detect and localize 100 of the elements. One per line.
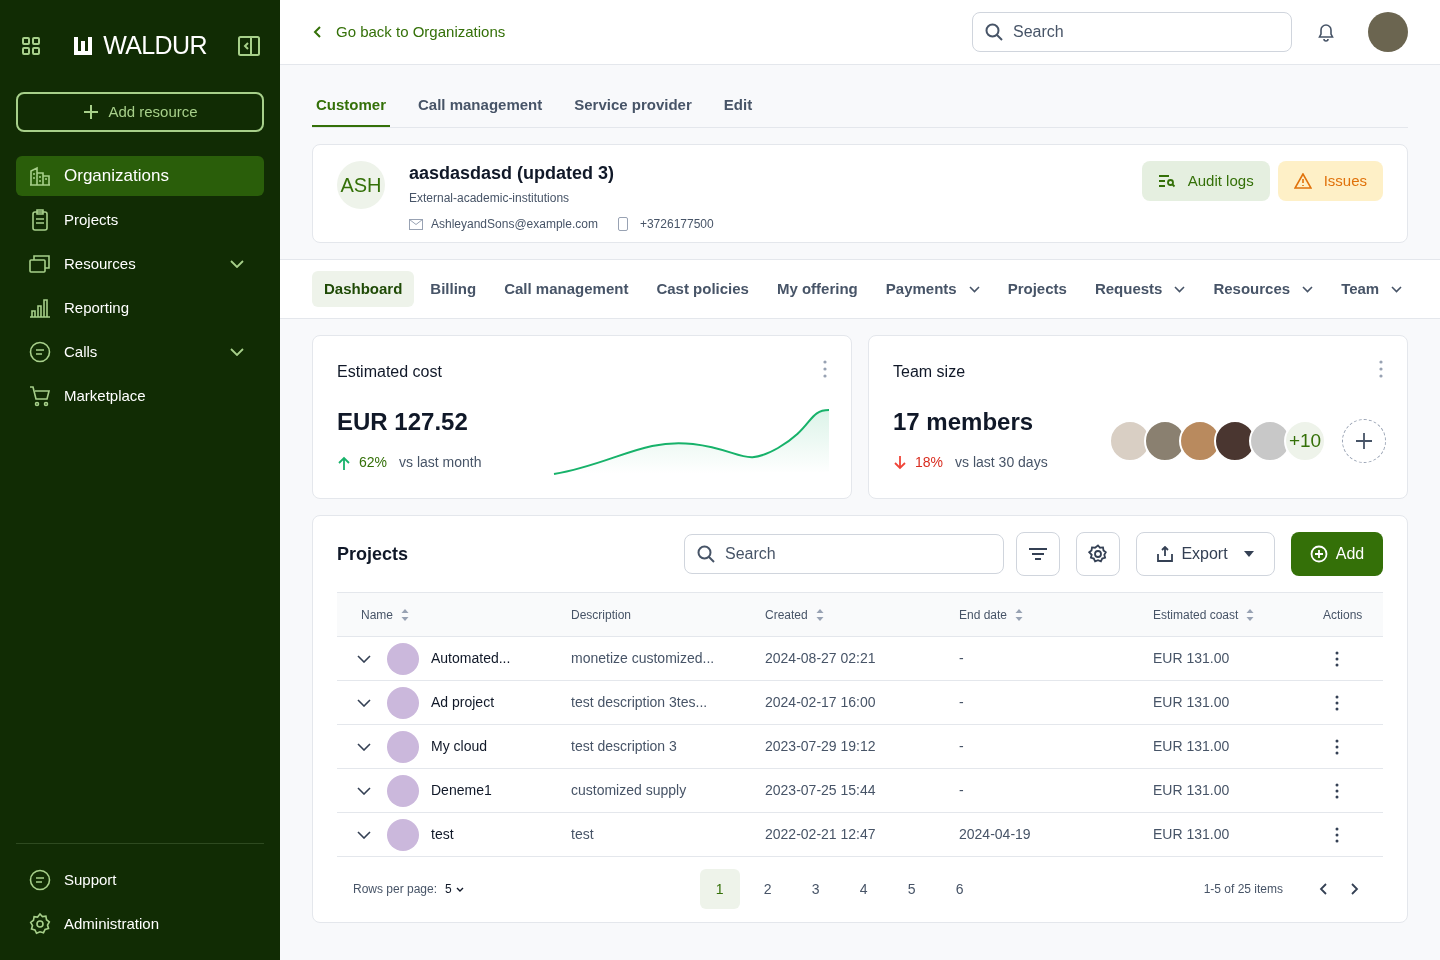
tab[interactable]: Requests (1082, 271, 1198, 307)
chevron-down-icon (1391, 285, 1403, 293)
rows-per-page-select[interactable]: 5 (445, 880, 464, 898)
table-cell-text: My cloud (431, 737, 488, 756)
column-header[interactable]: Name (361, 605, 409, 624)
sidebar-item[interactable]: Projects (16, 200, 264, 240)
column-header[interactable]: Created (765, 605, 824, 624)
settings-button[interactable] (1076, 532, 1120, 576)
add-resource-button[interactable]: Add resource (16, 92, 264, 132)
sidebar-item[interactable]: Calls (16, 332, 264, 372)
add-button[interactable]: Add (1291, 532, 1383, 576)
tab[interactable]: My offering (764, 271, 870, 307)
chevron-down-icon (1174, 285, 1186, 293)
chevron-down-icon[interactable] (357, 698, 371, 707)
search-field[interactable]: Search (972, 12, 1292, 52)
sidebar-item[interactable]: Marketplace (16, 376, 264, 416)
customer-initials-avatar: ASH (337, 161, 385, 209)
tab[interactable]: Service provider (570, 85, 696, 127)
previous-page-icon[interactable] (1319, 882, 1329, 896)
project-avatar (387, 642, 419, 675)
chat-icon (28, 868, 52, 892)
filter-button[interactable] (1016, 532, 1060, 576)
audit-logs-button[interactable]: Audit logs (1141, 161, 1270, 201)
page-button[interactable]: 5 (891, 869, 932, 909)
table-cell: test (571, 826, 594, 842)
upload-icon (1157, 546, 1174, 562)
brand-name: WALDUR (103, 30, 207, 62)
chevron-left-icon (312, 25, 324, 39)
search-icon (696, 544, 716, 564)
bell-icon[interactable] (1316, 22, 1336, 42)
cost-value: EUR 127.52 (337, 407, 469, 437)
project-avatar (387, 730, 419, 763)
grid-icon[interactable] (20, 35, 42, 57)
chevron-down-icon (230, 260, 244, 268)
sidebar-item[interactable]: Reporting (16, 288, 264, 328)
tab[interactable]: Resources (1201, 271, 1326, 307)
table-cell: EUR 131.00 (1153, 650, 1230, 666)
sidebar-item[interactable]: Administration (16, 904, 264, 944)
back-link[interactable]: Go back to Organizations (312, 20, 506, 44)
tab[interactable]: Customer (312, 85, 390, 127)
tab[interactable]: Call management (492, 271, 641, 307)
tab[interactable]: Edit (719, 85, 757, 127)
chevron-down-icon[interactable] (357, 742, 371, 751)
team-size-value: 17 members (893, 407, 1035, 437)
filter-icon (1028, 547, 1048, 561)
sidebar-item[interactable]: Organizations (16, 156, 264, 196)
export-button[interactable]: Export (1136, 532, 1275, 576)
chevron-down-icon[interactable] (357, 786, 371, 795)
page-button[interactable]: 1 (699, 869, 740, 909)
tab[interactable]: Call management (414, 85, 547, 127)
column-header[interactable]: End date (959, 605, 1024, 624)
tab[interactable]: Projects (995, 271, 1079, 307)
table-cell: 2023-07-29 19:12 (765, 738, 876, 754)
more-members-count[interactable]: +10 (1284, 420, 1326, 462)
building-icon (28, 164, 52, 188)
table-cell-text: test (431, 825, 454, 844)
chevron-down-icon (968, 285, 980, 293)
chevron-down-icon (1302, 285, 1314, 293)
phone-icon (617, 217, 628, 231)
more-vertical-icon[interactable] (1335, 826, 1339, 843)
page-button[interactable]: 6 (939, 869, 980, 909)
table-cell: test description 3tes... (571, 694, 708, 710)
chevron-down-icon (455, 886, 464, 892)
change-caption: vs last 30 days (955, 453, 1048, 472)
card-title: Estimated cost (337, 362, 442, 382)
more-vertical-icon[interactable] (1335, 694, 1339, 711)
sidebar-item[interactable]: Support (16, 860, 264, 900)
column-header[interactable]: Estimated coast (1153, 605, 1255, 624)
windows-icon (28, 252, 52, 276)
more-vertical-icon[interactable] (1335, 782, 1339, 799)
chevron-down-icon[interactable] (357, 830, 371, 839)
sidebar-item[interactable]: Resources (16, 244, 264, 284)
table-cell: - (959, 782, 964, 798)
customer-name: aasdasdasd (updated 3) (409, 162, 616, 185)
table-cell: customized supply (571, 782, 687, 798)
tab[interactable]: Dashboard (312, 271, 415, 307)
chevron-down-icon[interactable] (357, 654, 371, 663)
collapse-sidebar-icon[interactable] (238, 36, 260, 56)
project-avatar (387, 774, 419, 807)
tab[interactable]: Team (1329, 271, 1415, 307)
search-field[interactable]: Search (684, 534, 1004, 574)
table-cell: 2023-07-25 15:44 (765, 782, 876, 798)
table-cell-text: Automated... (431, 649, 511, 668)
more-vertical-icon[interactable] (1335, 738, 1339, 755)
tab[interactable]: Payments (873, 271, 992, 307)
page-button[interactable]: 3 (795, 869, 836, 909)
pagination-range: 1-5 of 25 items (1203, 881, 1283, 898)
project-avatar (387, 686, 419, 719)
user-avatar[interactable] (1368, 12, 1408, 52)
project-avatar (387, 818, 419, 851)
table-cell: 2024-02-17 16:00 (765, 694, 876, 710)
more-vertical-icon[interactable] (1335, 650, 1339, 667)
next-page-icon[interactable] (1349, 882, 1359, 896)
page-button[interactable]: 2 (747, 869, 788, 909)
customer-phone: +3726177500 (639, 216, 714, 233)
tab[interactable]: Cast policies (644, 271, 761, 307)
rows-per-page-label: Rows per page: (353, 881, 438, 898)
tab[interactable]: Billing (418, 271, 489, 307)
list-search-icon (1157, 174, 1176, 188)
page-button[interactable]: 4 (843, 869, 884, 909)
